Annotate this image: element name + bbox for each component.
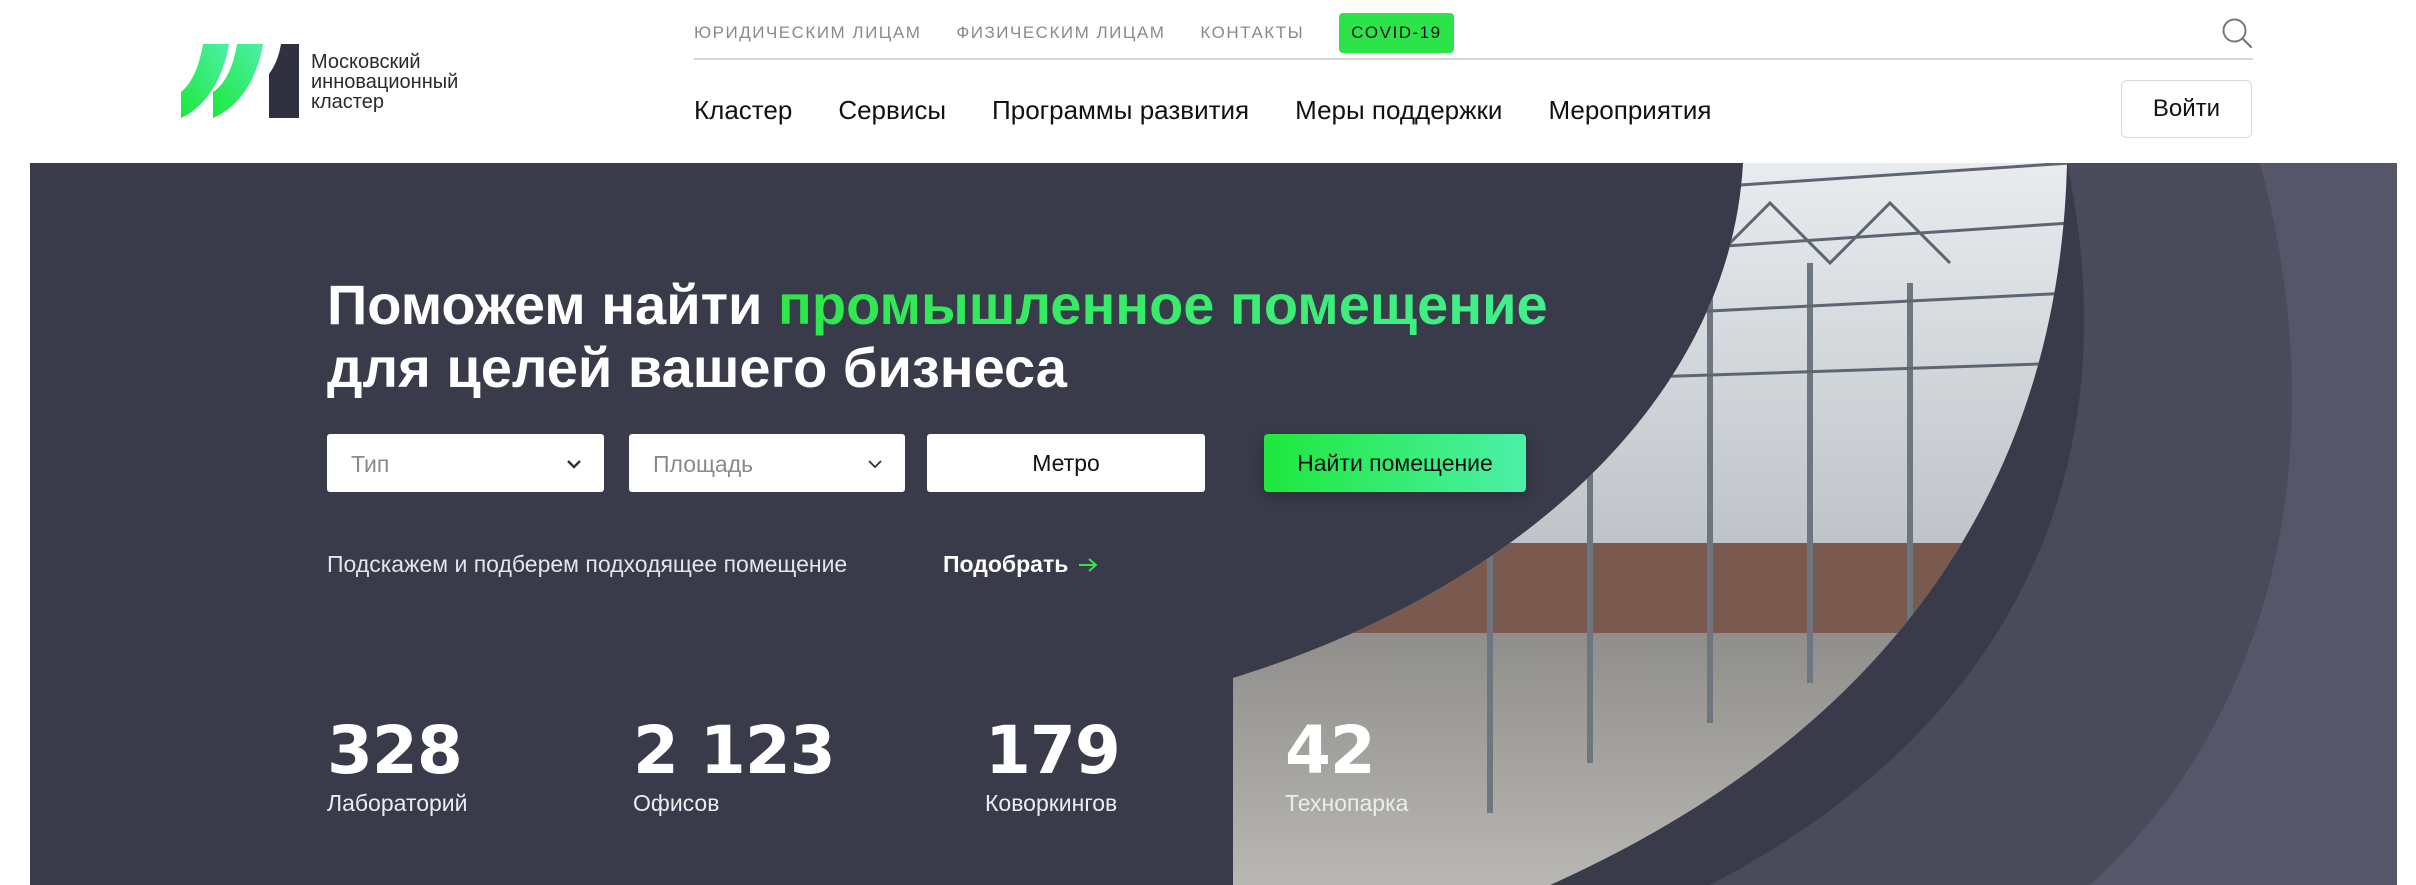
stat-label: Технопарка (1285, 790, 1409, 816)
logo-line-3: кластер (311, 91, 384, 113)
stat-offices: 2 123 Офисов (633, 712, 836, 817)
area-select[interactable]: Площадь (629, 434, 905, 492)
headline-part-1: Поможем найти (327, 273, 779, 336)
type-select[interactable]: Тип (327, 434, 604, 492)
headline-part-2: для целей вашего бизнеса (327, 336, 1067, 399)
search-icon[interactable] (2221, 17, 2253, 49)
stat-value: 42 (1285, 712, 1376, 789)
top-nav-contacts[interactable]: КОНТАКТЫ (1200, 23, 1304, 43)
chevron-down-icon (567, 460, 581, 469)
stat-label: Лабораторий (327, 790, 468, 816)
site-header: Московский инновационный кластер ЮРИДИЧЕ… (0, 0, 2416, 163)
find-space-button[interactable]: Найти помещение (1264, 434, 1526, 492)
stat-technopark: 42 Технопарка (1285, 718, 1408, 817)
stat-coworkings: 179 Коворкингов (985, 712, 1121, 817)
covid-badge-link[interactable]: COVID-19 (1339, 13, 1454, 53)
main-nav-programs[interactable]: Программы развития (992, 95, 1249, 126)
hero-section: Поможем найти промышленное помещение для… (30, 163, 2397, 885)
hint-text: Подскажем и подберем подходящее помещени… (327, 551, 848, 577)
top-nav-legal-entities[interactable]: ЮРИДИЧЕСКИМ ЛИЦАМ (694, 23, 921, 43)
headline-accent: промышленное помещение (778, 273, 1548, 336)
login-button[interactable]: Войти (2121, 80, 2252, 138)
main-nav-services[interactable]: Сервисы (838, 95, 946, 126)
logo-line-2: инновационный (311, 71, 459, 93)
hero-headline: Поможем найти промышленное помещение для… (327, 273, 1627, 399)
main-nav: Кластер Сервисы Программы развития Меры … (694, 90, 1757, 130)
main-nav-cluster[interactable]: Кластер (694, 95, 792, 126)
chevron-down-icon (868, 460, 882, 469)
main-nav-events[interactable]: Мероприятия (1548, 95, 1711, 126)
stat-label: Коворкингов (985, 790, 1118, 816)
logo-text: Московский инновационный кластер (311, 52, 458, 112)
logo-line-1: Московский (311, 51, 421, 73)
arrow-right-icon (1079, 557, 1098, 572)
top-nav: ЮРИДИЧЕСКИМ ЛИЦАМ ФИЗИЧЕСКИМ ЛИЦАМ КОНТА… (694, 8, 2253, 60)
main-nav-support[interactable]: Меры поддержки (1295, 95, 1502, 126)
logo[interactable]: Московский инновационный кластер (181, 44, 511, 122)
metro-button[interactable]: Метро (927, 434, 1205, 492)
stat-label: Офисов (633, 790, 720, 816)
stat-value: 2 123 (633, 712, 836, 789)
area-select-placeholder: Площадь (653, 451, 754, 477)
logo-mark-icon (181, 44, 299, 118)
stat-value: 179 (985, 712, 1121, 789)
stat-labs: 328 Лабораторий (327, 718, 467, 817)
stat-value: 328 (327, 712, 463, 789)
pick-link-label: Подобрать (943, 551, 1069, 577)
pick-link[interactable]: Подобрать (943, 551, 1098, 578)
type-select-placeholder: Тип (351, 451, 390, 477)
top-nav-individuals[interactable]: ФИЗИЧЕСКИМ ЛИЦАМ (956, 23, 1165, 43)
